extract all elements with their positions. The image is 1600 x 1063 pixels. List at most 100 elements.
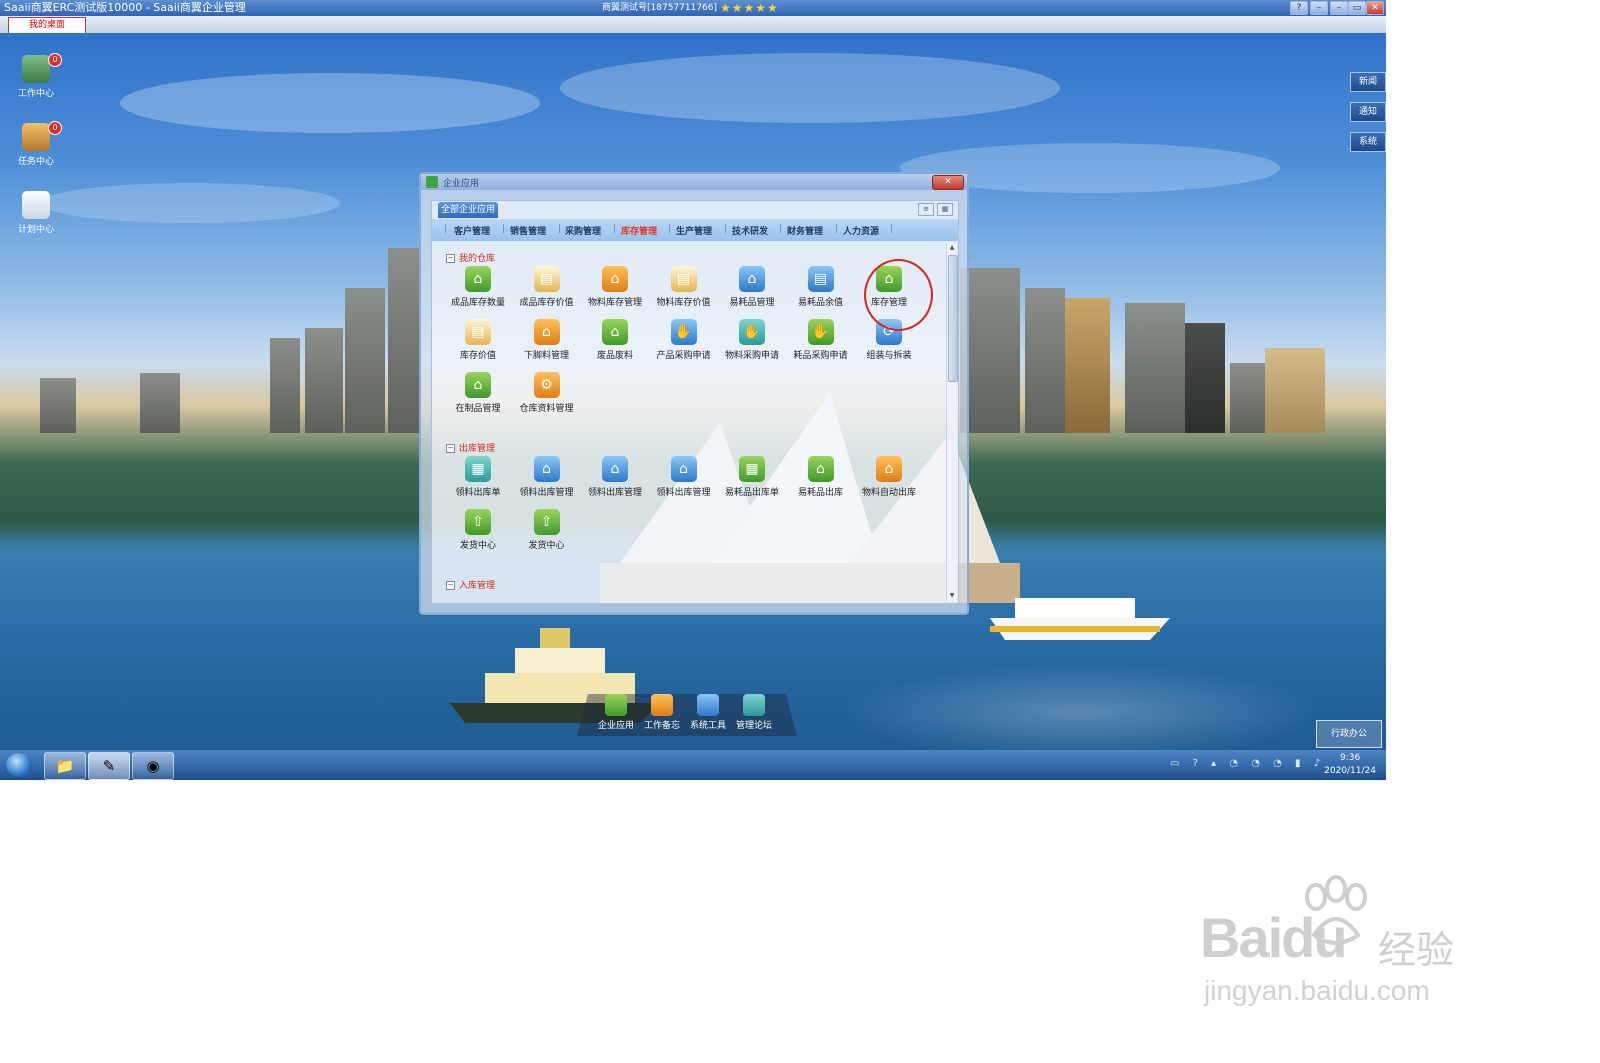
task-icon <box>22 123 50 151</box>
dock-item-system-tools[interactable]: 系统工具 <box>686 694 730 731</box>
category-finance[interactable]: 财务管理 <box>787 224 823 237</box>
administrative-office-button[interactable]: 行政办公 <box>1316 720 1382 748</box>
dock-item-forum[interactable]: 管理论坛 <box>732 694 776 731</box>
section-title: 我的仓库 <box>459 254 496 264</box>
section-title: 出库管理 <box>459 444 496 454</box>
dock-item-label: 管理论坛 <box>735 721 772 731</box>
window-close-button[interactable]: ✕ <box>932 175 964 190</box>
app-tile[interactable]: ⌂ 领料出库管理 <box>582 456 648 498</box>
app-tile[interactable]: ⌂ 废品废料 <box>582 319 648 361</box>
user-info: 商翼测试号[18757711766] <box>602 3 718 13</box>
app-tile-label: 仓库资料管理 <box>519 404 574 414</box>
desktop-tabstrip: 我的桌面 <box>0 16 1386 33</box>
app-tile-label: 易耗品管理 <box>729 298 775 308</box>
app-tile[interactable]: ▤ 库存价值 <box>445 319 511 361</box>
window-title: 企业应用 <box>443 179 480 189</box>
notification-badge: 0 <box>48 53 62 67</box>
app-tile-label: 耗品采购申请 <box>793 351 848 361</box>
explorer-folder-icon[interactable]: 📁 <box>44 752 86 780</box>
help-button[interactable]: ? <box>1290 1 1308 15</box>
app-tile[interactable]: ⌂ 成品库存数量 <box>445 266 511 308</box>
notice-button[interactable]: 通知 <box>1350 102 1386 122</box>
category-rnd[interactable]: 技术研发 <box>732 224 768 237</box>
start-button[interactable] <box>6 753 32 777</box>
desktop-icon-plan-center[interactable]: 计划中心 <box>6 191 66 235</box>
app-tile[interactable]: ⌂ 在制品管理 <box>445 372 511 414</box>
document-icon: ▤ <box>807 266 834 292</box>
app-tile[interactable]: ⌂ 易耗品出库 <box>788 456 854 498</box>
dock-item-enterprise-apps[interactable]: 企业应用 <box>594 694 638 731</box>
app-tile[interactable]: ▤ 易耗品余值 <box>788 266 854 308</box>
list-view-icon[interactable]: ≡ <box>918 203 934 216</box>
app-tile[interactable]: ✋ 产品采购申请 <box>651 319 717 361</box>
app-tile[interactable]: ▤ 物料库存价值 <box>651 266 717 308</box>
app-tile-label: 发货中心 <box>459 541 496 551</box>
window-titlebar[interactable]: 企业应用 ✕ <box>421 174 967 190</box>
category-inventory[interactable]: 库存管理 <box>621 224 657 237</box>
system-button[interactable]: 系统 <box>1350 132 1386 152</box>
desktop-icon-task-center[interactable]: 0 任务中心 <box>6 121 66 167</box>
app-tile[interactable]: ▤ 成品库存价值 <box>514 266 580 308</box>
app-tile[interactable]: ⌂ 下脚料管理 <box>514 319 580 361</box>
category-sales[interactable]: 销售管理 <box>510 224 546 237</box>
desktop-icon-label: 任务中心 <box>17 157 54 167</box>
tools-icon <box>697 694 719 716</box>
dock-item-label: 企业应用 <box>597 721 634 731</box>
app-tile[interactable]: ▦ 易耗品出库单 <box>719 456 785 498</box>
app-tile[interactable]: ⌂ 易耗品管理 <box>719 266 785 308</box>
dock-item-work-memo[interactable]: 工作备忘 <box>640 694 684 731</box>
desktop-icon-work-center[interactable]: 0 工作中心 <box>6 53 66 99</box>
minimize-tray-button[interactable]: – <box>1310 1 1328 15</box>
vertical-scrollbar[interactable]: ▲ ▼ <box>946 243 958 601</box>
system-tray-icons[interactable]: ▭ ? ▴ ◔ ◔ ◔ ▮ ♪ <box>1170 758 1325 769</box>
app-tile[interactable]: ⚙ 仓库资料管理 <box>514 372 580 414</box>
app-tile[interactable]: ⌂ 物料库存管理 <box>582 266 648 308</box>
section-header[interactable]: − 出库管理 <box>446 441 495 454</box>
app-tile[interactable]: ⇧ 发货中心 <box>445 509 511 551</box>
section-header[interactable]: − 我的仓库 <box>446 251 495 264</box>
section-header[interactable]: − 入库管理 <box>446 578 495 591</box>
rating-stars: ★★★★★ <box>720 1 779 15</box>
category-production[interactable]: 生产管理 <box>676 224 712 237</box>
app-tile-label: 易耗品余值 <box>797 298 843 308</box>
news-button[interactable]: 新闻 <box>1350 72 1386 92</box>
app-tile-label: 领料出库管理 <box>587 488 642 498</box>
desktop-screen: Saaii商翼ERC测试版10000 - Saaii商翼企业管理 商翼测试号[1… <box>0 0 1386 780</box>
category-customer[interactable]: 客户管理 <box>454 224 490 237</box>
app-tile[interactable]: ⇧ 发货中心 <box>514 509 580 551</box>
app-tile-label: 物料自动出库 <box>861 488 916 498</box>
house-icon: ⌂ <box>602 266 628 292</box>
minimize-button[interactable]: – <box>1330 1 1348 15</box>
scroll-thumb[interactable] <box>948 255 958 382</box>
restore-button[interactable]: ▭ <box>1348 1 1366 15</box>
tab-all-enterprise-apps[interactable]: 全部企业应用 <box>438 202 498 218</box>
app-tile-label: 领料出库单 <box>455 488 501 498</box>
erp-app-taskbar-icon[interactable]: ✎ <box>88 752 130 780</box>
category-purchase[interactable]: 采购管理 <box>565 224 601 237</box>
scroll-up-icon[interactable]: ▲ <box>947 243 957 253</box>
tab-my-desktop[interactable]: 我的桌面 <box>8 17 86 33</box>
window-body: 全部企业应用 ≡ ▦ | 客户管理 | 销售管理 | 采购管理 | 库存管理 |… <box>431 200 959 604</box>
tray-clock[interactable]: 9:36 2020/11/24 <box>1324 752 1376 778</box>
app-tile[interactable]: ⌂ 领料出库管理 <box>514 456 580 498</box>
app-tile[interactable]: ✋ 物料采购申请 <box>719 319 785 361</box>
grid-view-icon[interactable]: ▦ <box>937 203 953 216</box>
watermark-url: jingyan.baidu.com <box>1204 975 1430 1006</box>
app-tile[interactable]: ✋ 耗品采购申请 <box>788 319 854 361</box>
close-app-button[interactable]: ✕ <box>1366 1 1384 15</box>
house-icon: ⌂ <box>876 456 902 482</box>
hand-icon: ✋ <box>739 319 765 345</box>
collapse-toggle-icon[interactable]: − <box>446 581 455 590</box>
app-tile[interactable]: ▦ 领料出库单 <box>445 456 511 498</box>
collapse-toggle-icon[interactable]: − <box>446 254 455 263</box>
windows-taskbar: 📁 ✎ ◉ ▭ ? ▴ ◔ ◔ ◔ ▮ ♪ 9:36 2020/11/24 <box>0 750 1386 780</box>
category-hr[interactable]: 人力资源 <box>843 224 879 237</box>
app-tile-label: 成品库存数量 <box>450 298 505 308</box>
collapse-toggle-icon[interactable]: − <box>446 444 455 453</box>
clock-date: 2020/11/24 <box>1324 766 1376 776</box>
house-icon: ⌂ <box>533 456 560 482</box>
app-tile[interactable]: ⌂ 领料出库管理 <box>651 456 717 498</box>
browser-taskbar-icon[interactable]: ◉ <box>132 752 174 780</box>
app-tile[interactable]: ⌂ 物料自动出库 <box>856 456 922 498</box>
scroll-down-icon[interactable]: ▼ <box>947 591 957 601</box>
